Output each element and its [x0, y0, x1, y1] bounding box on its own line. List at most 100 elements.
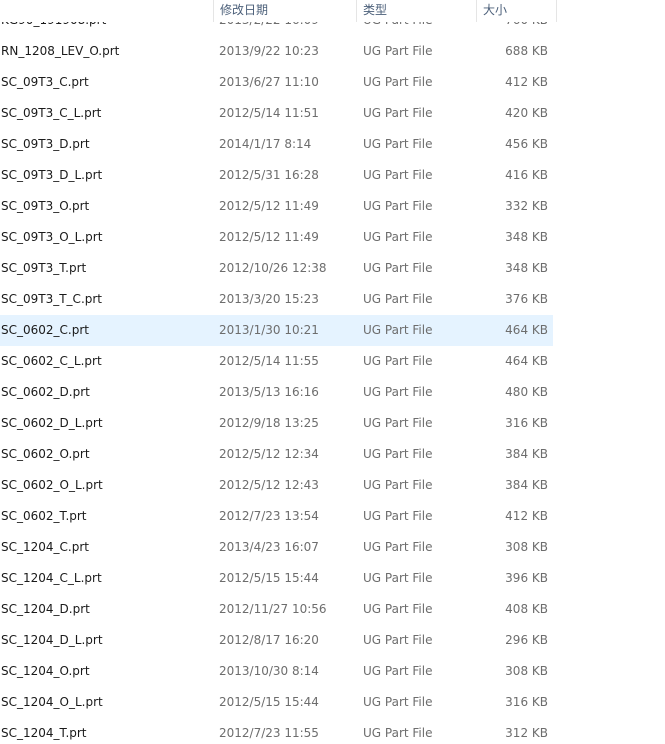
file-type: UG Part File — [363, 385, 433, 399]
file-size: 384 KB — [505, 478, 548, 492]
file-explorer-list: KG90_191908.prt2013/2/22 16:09UG Part Fi… — [0, 0, 665, 744]
file-date-modified: 2012/5/31 16:28 — [219, 168, 319, 182]
file-size: 312 KB — [505, 726, 548, 740]
file-row[interactable]: SC_09T3_C_L.prt 2012/5/14 11:51 UG Part Fi… — [0, 98, 553, 129]
file-row[interactable]: SC_0602_O.prt 2012/5/12 12:34 UG Part File… — [0, 439, 553, 470]
file-type: UG Part File — [363, 726, 433, 740]
file-type: UG Part File — [363, 199, 433, 213]
column-header-name[interactable] — [0, 0, 213, 22]
file-date-modified: 2012/5/12 11:49 — [219, 230, 319, 244]
file-size: 408 KB — [505, 602, 548, 616]
file-size: 384 KB — [505, 447, 548, 461]
file-date-modified: 2013/6/27 11:10 — [219, 75, 319, 89]
file-row[interactable]: RN_1208_LEV_O.prt 2013/9/22 10:23 UG Part … — [0, 36, 553, 67]
file-size: 308 KB — [505, 664, 548, 678]
file-row[interactable]: SC_1204_O.prt 2013/10/30 8:14 UG Part File… — [0, 656, 553, 687]
file-date-modified: 2012/8/17 16:20 — [219, 633, 319, 647]
file-type: UG Part File — [363, 447, 433, 461]
file-name: RN_1208_LEV_O.prt — [1, 44, 120, 58]
file-type: UG Part File — [363, 75, 433, 89]
file-row[interactable]: SC_09T3_C.prt 2013/6/27 11:10 UG Part File… — [0, 67, 553, 98]
column-header-size[interactable]: 大小 — [477, 0, 557, 22]
file-name: SC_09T3_T.prt — [1, 261, 87, 275]
file-name: SC_1204_O.prt — [1, 664, 90, 678]
file-type: UG Part File — [363, 44, 433, 58]
file-name: SC_09T3_C.prt — [1, 75, 89, 89]
file-row[interactable]: SC_0602_D.prt 2013/5/13 16:16 UG Part File… — [0, 377, 553, 408]
file-type: UG Part File — [363, 230, 433, 244]
file-date-modified: 2013/4/23 16:07 — [219, 540, 319, 554]
file-row[interactable]: SC_09T3_D_L.prt 2012/5/31 16:28 UG Part Fi… — [0, 160, 553, 191]
file-type: UG Part File — [363, 602, 433, 616]
column-header-date-modified[interactable]: 修改日期 — [213, 0, 357, 22]
file-name: SC_1204_O_L.prt — [1, 695, 103, 709]
file-size: 412 KB — [505, 509, 548, 523]
file-row[interactable]: SC_1204_D.prt 2012/11/27 10:56 UG Part Fil… — [0, 594, 553, 625]
file-size: 332 KB — [505, 199, 548, 213]
file-row[interactable]: SC_1204_D_L.prt 2012/8/17 16:20 UG Part Fi… — [0, 625, 553, 656]
file-type: UG Part File — [363, 540, 433, 554]
file-date-modified: 2012/7/23 13:54 — [219, 509, 319, 523]
file-size: 308 KB — [505, 540, 548, 554]
file-date-modified: 2014/1/17 8:14 — [219, 137, 312, 151]
file-date-modified: 2013/9/22 10:23 — [219, 44, 319, 58]
file-type: UG Part File — [363, 261, 433, 275]
file-size: 396 KB — [505, 571, 548, 585]
file-size: 416 KB — [505, 168, 548, 182]
file-row[interactable]: SC_09T3_O_L.prt 2012/5/12 11:49 UG Part Fi… — [0, 222, 553, 253]
file-date-modified: 2012/5/12 12:34 — [219, 447, 319, 461]
file-row[interactable]: SC_1204_C.prt 2013/4/23 16:07 UG Part File… — [0, 532, 553, 563]
file-row[interactable]: SC_1204_O_L.prt 2012/5/15 15:44 UG Part Fi… — [0, 687, 553, 718]
file-date-modified: 2012/7/23 11:55 — [219, 726, 319, 740]
file-date-modified: 2013/10/30 8:14 — [219, 664, 319, 678]
file-type: UG Part File — [363, 106, 433, 120]
file-row[interactable]: SC_0602_O_L.prt 2012/5/12 12:43 UG Part Fi… — [0, 470, 553, 501]
file-name: SC_0602_T.prt — [1, 509, 87, 523]
file-type: UG Part File — [363, 137, 433, 151]
file-size: 376 KB — [505, 292, 548, 306]
file-row[interactable]: SC_09T3_T.prt 2012/10/26 12:38 UG Part Fil… — [0, 253, 553, 284]
file-row[interactable]: SC_0602_C_L.prt 2012/5/14 11:55 UG Part Fi… — [0, 346, 553, 377]
file-date-modified: 2012/5/14 11:51 — [219, 106, 319, 120]
file-size: 480 KB — [505, 385, 548, 399]
file-date-modified: 2012/5/15 15:44 — [219, 695, 319, 709]
file-row[interactable]: SC_0602_D_L.prt 2012/9/18 13:25 UG Part Fi… — [0, 408, 553, 439]
file-name: SC_0602_D_L.prt — [1, 416, 103, 430]
column-header-bar: 修改日期 类型 大小 — [0, 0, 557, 22]
file-name: SC_0602_C_L.prt — [1, 354, 102, 368]
file-size: 296 KB — [505, 633, 548, 647]
file-date-modified: 2012/10/26 12:38 — [219, 261, 327, 275]
file-size: 456 KB — [505, 137, 548, 151]
file-name: SC_09T3_O_L.prt — [1, 230, 103, 244]
file-name: SC_1204_D.prt — [1, 602, 90, 616]
file-row[interactable]: SC_0602_C.prt 2013/1/30 10:21 UG Part File… — [0, 315, 553, 346]
file-row[interactable]: SC_09T3_T_C.prt 2013/3/20 15:23 UG Part Fi… — [0, 284, 553, 315]
file-date-modified: 2013/1/30 10:21 — [219, 323, 319, 337]
file-size: 464 KB — [505, 323, 548, 337]
file-row[interactable]: SC_09T3_D.prt 2014/1/17 8:14 UG Part File 4… — [0, 129, 553, 160]
file-size: 316 KB — [505, 416, 548, 430]
file-date-modified: 2012/5/15 15:44 — [219, 571, 319, 585]
file-type: UG Part File — [363, 323, 433, 337]
file-date-modified: 2012/5/12 11:49 — [219, 199, 319, 213]
file-name: SC_0602_O_L.prt — [1, 478, 103, 492]
file-name: SC_09T3_D_L.prt — [1, 168, 103, 182]
file-size: 464 KB — [505, 354, 548, 368]
file-date-modified: 2013/5/13 16:16 — [219, 385, 319, 399]
file-size: 420 KB — [505, 106, 548, 120]
file-type: UG Part File — [363, 664, 433, 678]
file-name: SC_09T3_C_L.prt — [1, 106, 102, 120]
file-date-modified: 2012/9/18 13:25 — [219, 416, 319, 430]
file-type: UG Part File — [363, 633, 433, 647]
file-date-modified: 2012/5/14 11:55 — [219, 354, 319, 368]
file-row[interactable]: SC_1204_T.prt 2012/7/23 11:55 UG Part File… — [0, 718, 553, 744]
file-row[interactable]: SC_0602_T.prt 2012/7/23 13:54 UG Part File… — [0, 501, 553, 532]
file-type: UG Part File — [363, 695, 433, 709]
file-size: 348 KB — [505, 261, 548, 275]
file-row[interactable]: SC_09T3_O.prt 2012/5/12 11:49 UG Part File… — [0, 191, 553, 222]
column-header-type[interactable]: 类型 — [357, 0, 477, 22]
file-size: 688 KB — [505, 44, 548, 58]
file-type: UG Part File — [363, 478, 433, 492]
file-type: UG Part File — [363, 168, 433, 182]
file-row[interactable]: SC_1204_C_L.prt 2012/5/15 15:44 UG Part Fi… — [0, 563, 553, 594]
